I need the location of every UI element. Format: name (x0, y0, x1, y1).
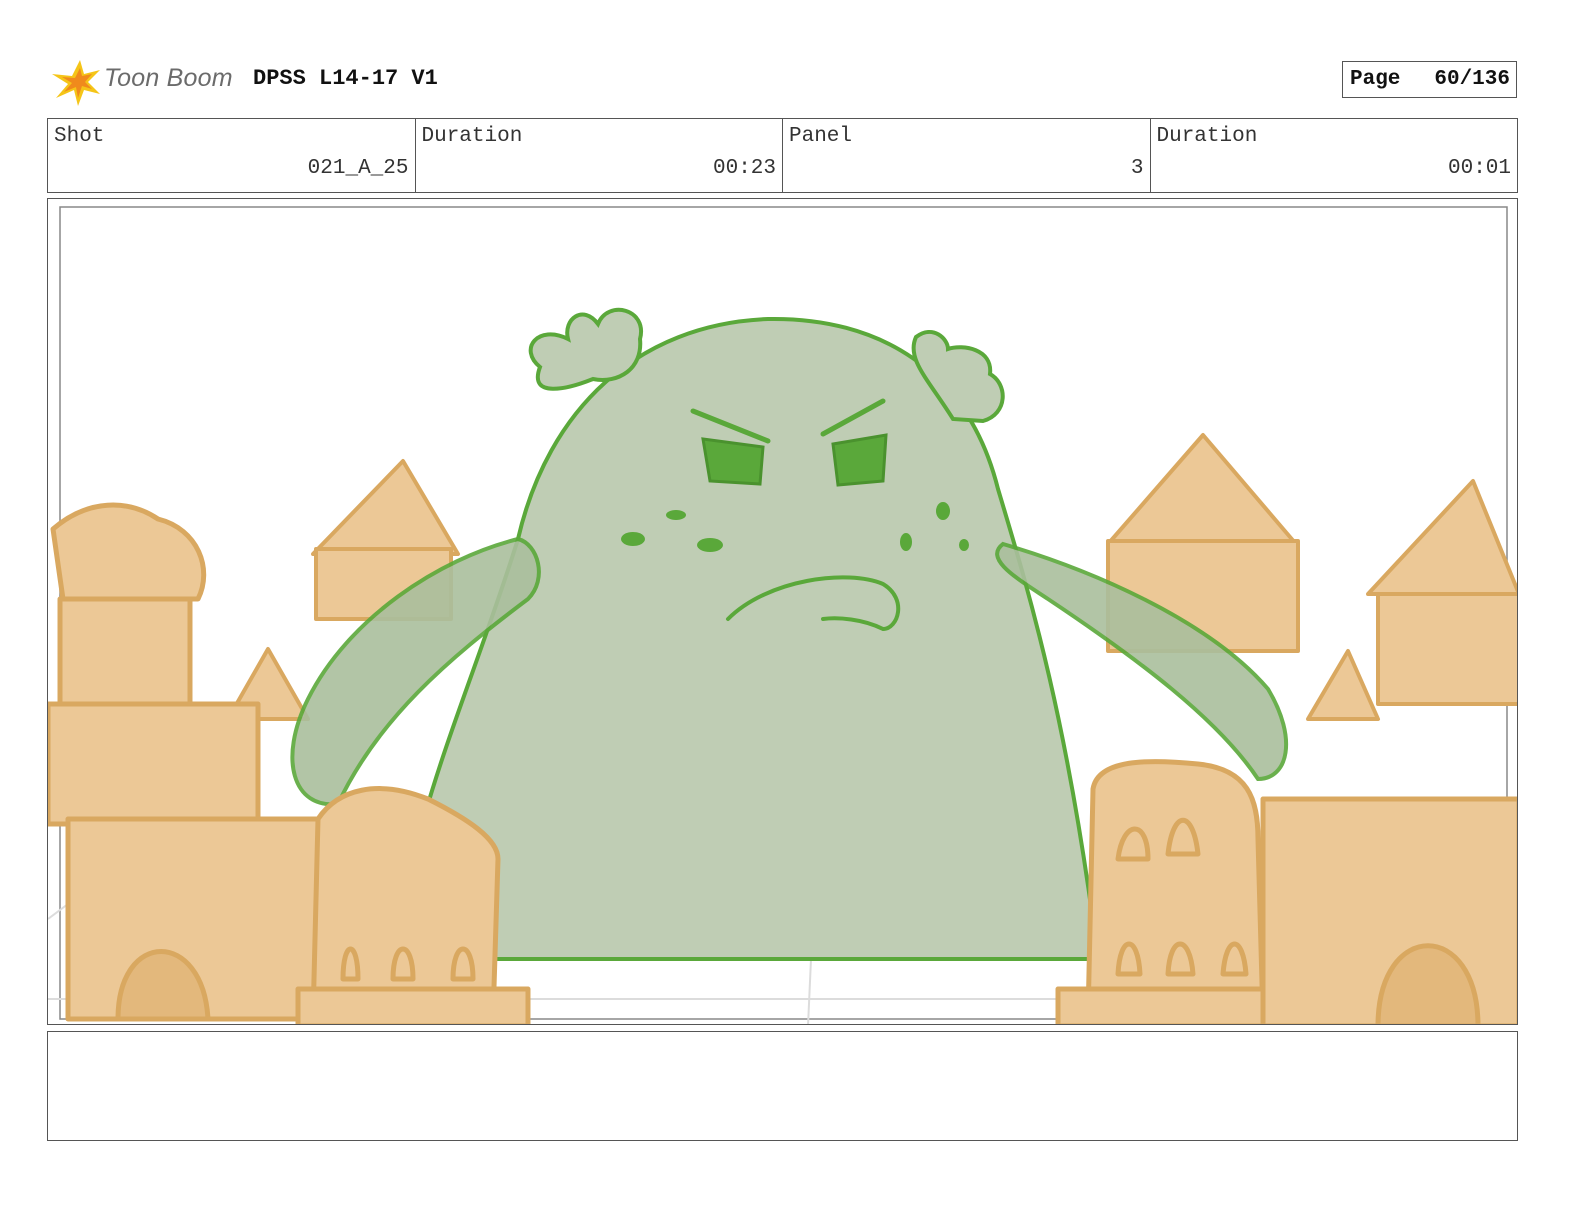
shot-duration-cell: Duration 00:23 (416, 119, 783, 192)
logo-wordmark: Toon Boom (104, 64, 233, 92)
panel-label: Panel (789, 125, 853, 148)
panel-cell: Panel 3 (783, 119, 1151, 192)
shot-cell: Shot 021_A_25 (48, 119, 416, 192)
shot-duration-label: Duration (421, 125, 523, 148)
panel-duration-value: 00:01 (1447, 157, 1511, 180)
shot-duration-value: 00:23 (712, 157, 776, 180)
panel-duration-label: Duration (1156, 125, 1258, 148)
panel-notes-box (47, 1031, 1518, 1141)
document-title: DPSS L14-17 V1 (253, 66, 438, 91)
page-label: Page (1350, 68, 1401, 91)
right-sandcastle (1055, 759, 1517, 1024)
storyboard-panel-frame (47, 198, 1518, 1025)
shot-info-row: Shot 021_A_25 Duration 00:23 Panel 3 Dur… (47, 118, 1518, 193)
shot-value: 021_A_25 (307, 157, 409, 180)
storyboard-sketch (48, 206, 1517, 1024)
panel-value: 3 (1130, 157, 1144, 180)
page-number: 60/136 (1434, 68, 1510, 91)
page-indicator: Page 60/136 (1342, 61, 1517, 98)
starburst-icon (52, 60, 100, 106)
panel-duration-cell: Duration 00:01 (1151, 119, 1518, 192)
toon-boom-logo: Toon Boom (50, 56, 240, 106)
shot-label: Shot (54, 125, 105, 148)
